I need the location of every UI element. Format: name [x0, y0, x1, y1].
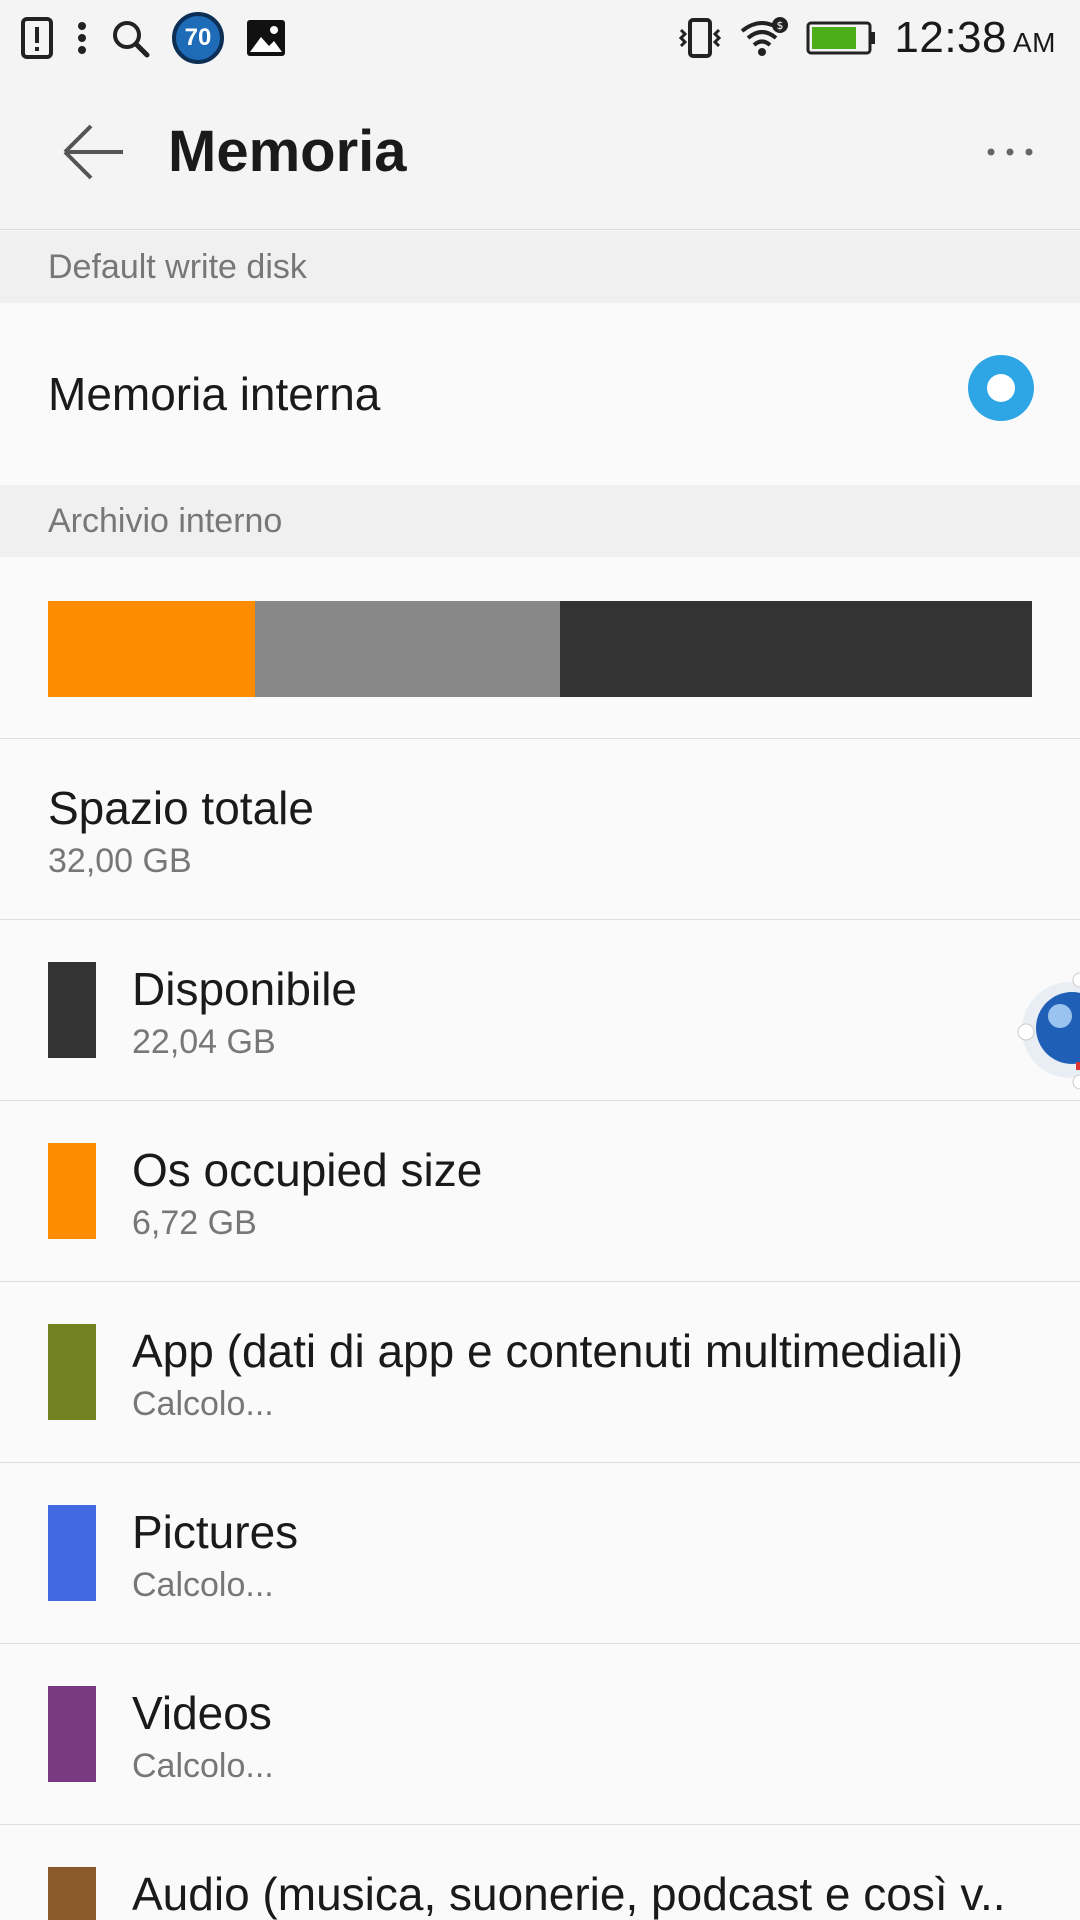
storage-bar-segment: [559, 601, 1032, 697]
category-title: Disponibile: [132, 963, 358, 1015]
total-space-title: Spazio totale: [48, 782, 314, 834]
badge-70-icon: 70: [172, 12, 224, 64]
memoria-interna-radio[interactable]: [968, 355, 1034, 421]
memoria-interna-label: Memoria interna: [48, 368, 381, 420]
storage-settings-screen: 70 $ 12:38 AM Memoria Default write disk…: [0, 0, 1080, 1920]
storage-category-row[interactable]: Pictures Calcolo...: [0, 1463, 1080, 1644]
more-options-button[interactable]: [980, 130, 1040, 174]
category-title: Audio (musica, suonerie, podcast e così …: [132, 1868, 1006, 1920]
image-icon: [246, 19, 286, 57]
storage-usage-bar: [48, 601, 1032, 697]
category-color-swatch: [48, 1867, 96, 1920]
search-icon: [110, 18, 150, 58]
category-title: Videos: [132, 1687, 272, 1739]
category-color-swatch: [48, 1324, 96, 1420]
category-value: Calcolo...: [132, 1747, 274, 1785]
storage-category-row[interactable]: Os occupied size 6,72 GB: [0, 1101, 1080, 1282]
page-title: Memoria: [168, 119, 407, 184]
status-bar-left: 70: [20, 10, 286, 66]
section-header-default-write-disk: Default write disk: [0, 231, 1080, 303]
total-space-row: Spazio totale 32,00 GB: [0, 739, 1080, 920]
clock: 12:38 AM: [894, 13, 1056, 63]
app-bar: Memoria: [0, 76, 1080, 230]
category-value: 22,04 GB: [132, 1023, 276, 1061]
storage-bar-segment: [254, 601, 560, 697]
svg-text:$: $: [777, 19, 784, 32]
category-value: 6,72 GB: [132, 1204, 257, 1242]
category-color-swatch: [48, 962, 96, 1058]
category-value: Calcolo...: [132, 1385, 274, 1423]
clock-ampm: AM: [1013, 27, 1056, 58]
arrow-back-icon: [63, 124, 123, 180]
storage-bar-segment: [48, 601, 255, 697]
total-space-value: 32,00 GB: [48, 842, 192, 880]
category-value: Calcolo...: [132, 1566, 274, 1604]
status-bar: 70 $ 12:38 AM: [0, 0, 1080, 76]
category-title: Pictures: [132, 1506, 299, 1558]
storage-category-row[interactable]: Audio (musica, suonerie, podcast e così …: [0, 1825, 1080, 1920]
category-color-swatch: [48, 1686, 96, 1782]
radio-dot: [987, 374, 1015, 402]
category-color-swatch: [48, 1505, 96, 1601]
floating-assistant-ball[interactable]: [1010, 970, 1080, 1110]
alert-notification-icon: [20, 16, 54, 60]
memoria-interna-row[interactable]: Memoria interna: [0, 303, 1080, 485]
back-button[interactable]: [56, 120, 132, 184]
category-color-swatch: [48, 1143, 96, 1239]
battery-icon: [806, 21, 876, 55]
status-bar-right: $ 12:38 AM: [678, 10, 1056, 66]
category-title: App (dati di app e contenuti multimedial…: [132, 1325, 964, 1377]
more-horiz-icon: [987, 148, 1033, 156]
section-header-archivio-interno: Archivio interno: [0, 485, 1080, 557]
storage-category-row[interactable]: Disponibile 22,04 GB: [0, 920, 1080, 1101]
clock-time: 12:38: [894, 13, 1007, 62]
more-vert-icon: [76, 20, 88, 56]
storage-category-row[interactable]: Videos Calcolo...: [0, 1644, 1080, 1825]
storage-category-row[interactable]: App (dati di app e contenuti multimedial…: [0, 1282, 1080, 1463]
vibrate-icon: [678, 16, 722, 60]
storage-bar-row: [0, 557, 1080, 739]
wifi-icon: $: [740, 17, 789, 59]
category-title: Os occupied size: [132, 1144, 483, 1196]
